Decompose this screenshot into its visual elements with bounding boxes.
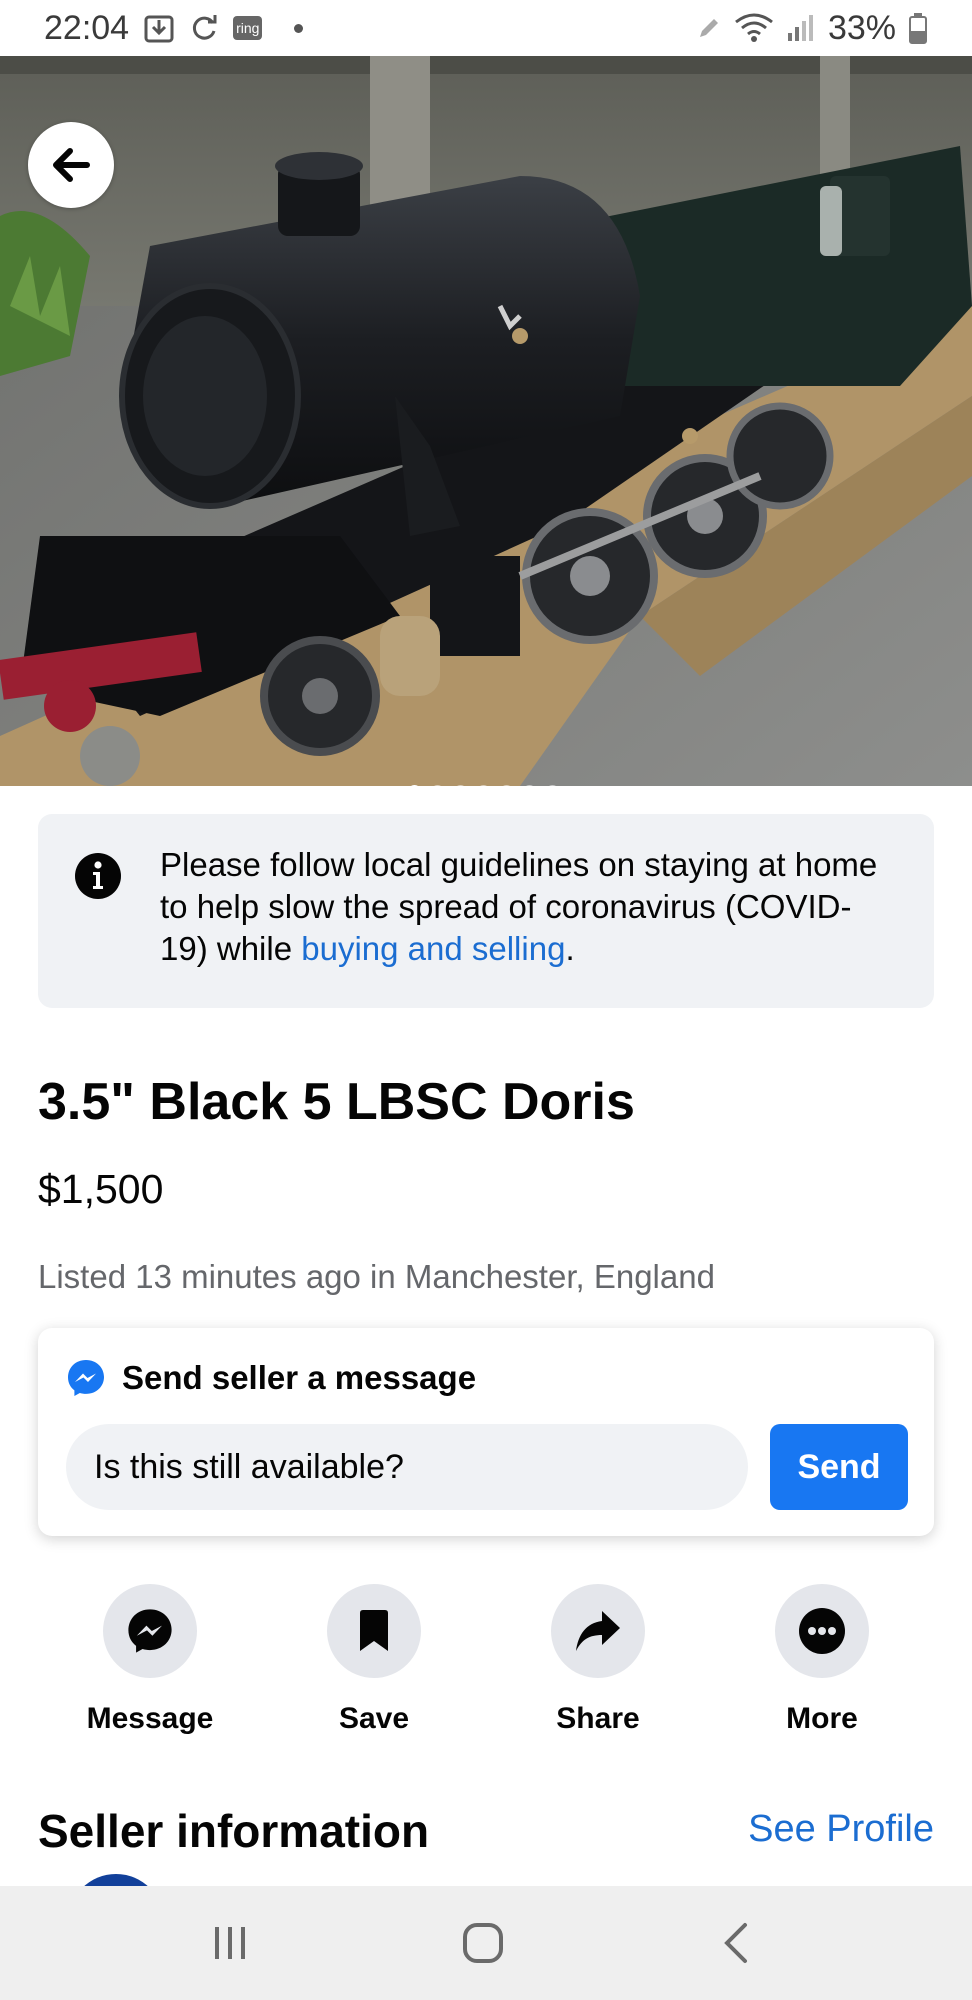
chevron-left-icon [724, 1923, 747, 1963]
notice-text: Please follow local guidelines on stayin… [160, 844, 898, 970]
info-icon [75, 853, 121, 899]
listing-meta: Listed 13 minutes ago in Manchester, Eng… [38, 1258, 715, 1295]
message-input-value: Is this still available? [94, 1447, 404, 1486]
action-bar: Message Save Share More [0, 1584, 972, 1736]
send-message-card: Send seller a message Is this still avai… [38, 1328, 934, 1536]
carousel-dot [500, 785, 513, 786]
message-button-circle[interactable] [103, 1584, 197, 1678]
buying-selling-link[interactable]: buying and selling [301, 930, 565, 967]
signal-icon [787, 15, 813, 41]
status-left: 22:04 ring [44, 8, 304, 48]
message-input[interactable]: Is this still available? [66, 1424, 748, 1510]
pen-icon [699, 19, 718, 37]
message-header-label: Send seller a message [122, 1359, 477, 1396]
home-icon [463, 1923, 503, 1963]
carousel-indicator [408, 785, 559, 786]
covid-notice: Please follow local guidelines on stayin… [38, 814, 934, 1008]
system-nav-bar [0, 1886, 972, 2000]
carousel-dot [523, 785, 536, 786]
share-button-label: Share [556, 1702, 640, 1735]
listing-price: $1,500 [38, 1166, 164, 1212]
status-bar: 22:04 ring 33% [0, 0, 972, 56]
save-button-circle[interactable] [327, 1584, 421, 1678]
wifi-icon [735, 13, 773, 42]
system-back-button[interactable] [656, 1886, 816, 2000]
status-time: 22:04 [44, 8, 130, 47]
more-button-circle[interactable] [775, 1584, 869, 1678]
share-button-circle[interactable] [551, 1584, 645, 1678]
carousel-dot [477, 785, 490, 786]
more-dots-icon [799, 1608, 845, 1654]
battery-percent: 33% [827, 8, 896, 47]
save-button-label: Save [338, 1702, 410, 1735]
bookmark-icon [360, 1610, 388, 1651]
sync-icon [193, 15, 217, 40]
battery-icon [909, 13, 927, 44]
message-button-label: Message [86, 1702, 214, 1735]
share-arrow-icon [576, 1611, 620, 1651]
recent-apps-icon [215, 1927, 245, 1959]
back-arrow-icon [53, 148, 90, 182]
messenger-icon [68, 1360, 104, 1396]
notice-text-end: . [565, 930, 575, 967]
message-header: Send seller a message [66, 1358, 476, 1398]
listing-title: 3.5" Black 5 LBSC Doris [38, 1073, 635, 1131]
more-button[interactable]: More [722, 1584, 922, 1736]
status-right: 33% [696, 9, 928, 48]
ring-app-icon: ring [233, 16, 263, 40]
see-profile-link[interactable]: See Profile [748, 1808, 934, 1851]
back-button[interactable] [28, 122, 114, 208]
listing-photo-carousel[interactable] [0, 56, 972, 786]
message-button[interactable]: Message [50, 1584, 250, 1736]
carousel-dot [431, 785, 444, 786]
send-button[interactable]: Send [770, 1424, 908, 1510]
home-button[interactable] [403, 1886, 563, 2000]
carousel-dot [408, 785, 421, 786]
notification-dot-icon [294, 23, 304, 33]
recent-apps-button[interactable] [150, 1886, 310, 2000]
locomotive-photo [0, 56, 972, 786]
seller-info-heading: Seller information [38, 1805, 430, 1857]
save-button[interactable]: Save [274, 1584, 474, 1736]
messenger-icon [128, 1609, 172, 1653]
more-button-label: More [786, 1702, 858, 1735]
download-icon [144, 15, 174, 43]
carousel-dot [454, 785, 467, 786]
carousel-dot [546, 785, 559, 786]
share-button[interactable]: Share [498, 1584, 698, 1736]
